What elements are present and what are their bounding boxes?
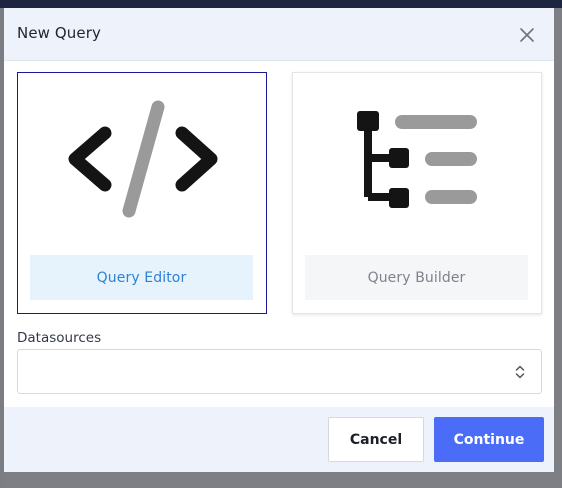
dialog-footer: Cancel Continue — [4, 407, 554, 472]
chevron-up-down-icon — [515, 365, 525, 379]
continue-button[interactable]: Continue — [434, 417, 544, 462]
background-top-bar — [0, 0, 562, 8]
close-button[interactable] — [516, 24, 538, 46]
query-builder-label: Query Builder — [305, 255, 528, 300]
query-editor-label: Query Editor — [30, 255, 253, 300]
dialog-header: New Query — [4, 8, 554, 61]
tree-list-icon — [357, 111, 477, 208]
dialog-title: New Query — [17, 24, 101, 42]
datasources-select[interactable] — [17, 349, 542, 394]
new-query-dialog: New Query Query Editor Query Builder Dat… — [4, 8, 554, 472]
datasources-label: Datasources — [17, 330, 102, 346]
cancel-button[interactable]: Cancel — [328, 417, 424, 462]
code-icon — [68, 100, 218, 218]
query-builder-option[interactable]: Query Builder — [292, 72, 542, 314]
close-icon — [520, 28, 534, 42]
query-editor-option[interactable]: Query Editor — [17, 72, 267, 314]
